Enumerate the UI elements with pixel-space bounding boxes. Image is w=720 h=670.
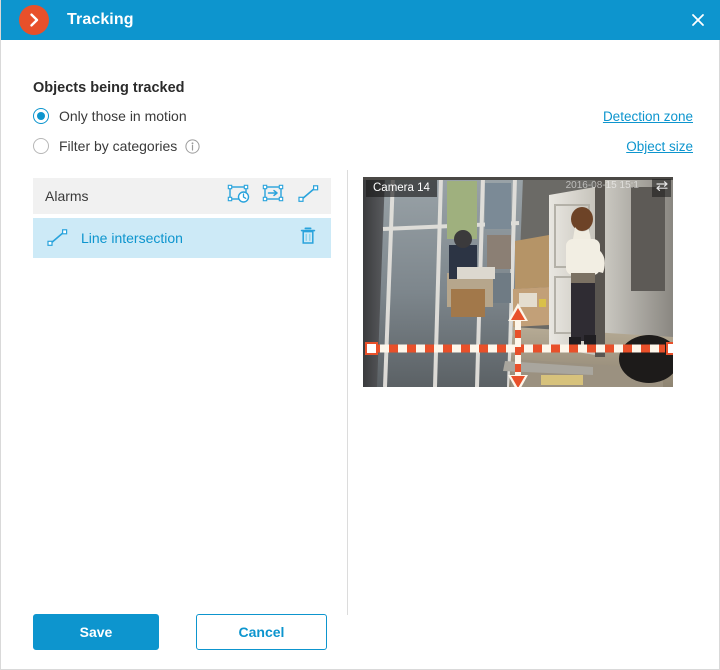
radio-indicator — [33, 108, 49, 124]
chevron-right-icon — [26, 12, 42, 28]
zone-crossing-button[interactable] — [261, 184, 287, 208]
detection-zone-link[interactable]: Detection zone — [603, 109, 693, 124]
zone-crossing-icon — [262, 183, 286, 210]
line-handle-right[interactable] — [666, 342, 673, 355]
alarm-row-line-intersection[interactable]: Line intersection — [33, 218, 331, 258]
loitering-zone-icon — [227, 183, 251, 210]
camera-timestamp: 2016-08-15 15:1 — [565, 180, 639, 191]
panel-divider — [347, 170, 348, 615]
tripwire-line-overlay[interactable] — [363, 177, 673, 387]
radio-label-filter-categories: Filter by categories — [59, 138, 178, 154]
object-size-link[interactable]: Object size — [626, 139, 693, 154]
loitering-zone-button[interactable] — [226, 184, 252, 208]
save-button[interactable]: Save — [33, 614, 159, 650]
radio-label-only-motion: Only those in motion — [59, 108, 187, 124]
window-title: Tracking — [67, 11, 134, 28]
alarms-header: Alarms — [33, 178, 331, 214]
section-title: Objects being tracked — [33, 80, 185, 96]
radio-filter-categories[interactable]: Filter by categories — [33, 138, 200, 154]
swap-icon — [655, 179, 669, 197]
info-icon[interactable] — [185, 138, 200, 154]
swap-button[interactable] — [652, 179, 671, 197]
radio-indicator — [33, 138, 49, 154]
alarms-toolbar — [226, 184, 322, 208]
alarms-header-label: Alarms — [45, 188, 89, 204]
close-icon — [691, 13, 705, 27]
delete-alarm-button[interactable] — [297, 226, 319, 250]
line-handle-left[interactable] — [365, 342, 378, 355]
trash-icon — [299, 226, 317, 251]
close-button[interactable] — [675, 0, 720, 40]
line-intersection-icon — [297, 183, 321, 210]
radio-only-motion[interactable]: Only those in motion — [33, 108, 187, 124]
cancel-button[interactable]: Cancel — [196, 614, 327, 650]
camera-name-label: Camera 14 — [366, 180, 437, 197]
radio-dot — [37, 112, 45, 120]
line-intersection-button[interactable] — [296, 184, 322, 208]
alarm-row-label: Line intersection — [81, 230, 183, 246]
camera-preview[interactable]: Camera 14 2016-08-15 15:1 — [363, 177, 673, 387]
title-bar: Tracking — [1, 0, 720, 40]
dialog-body: Objects being tracked Only those in moti… — [1, 40, 719, 668]
tracking-dialog: Tracking Objects being tracked Only thos… — [0, 0, 720, 670]
line-intersection-icon — [45, 226, 71, 250]
app-badge — [19, 5, 49, 35]
